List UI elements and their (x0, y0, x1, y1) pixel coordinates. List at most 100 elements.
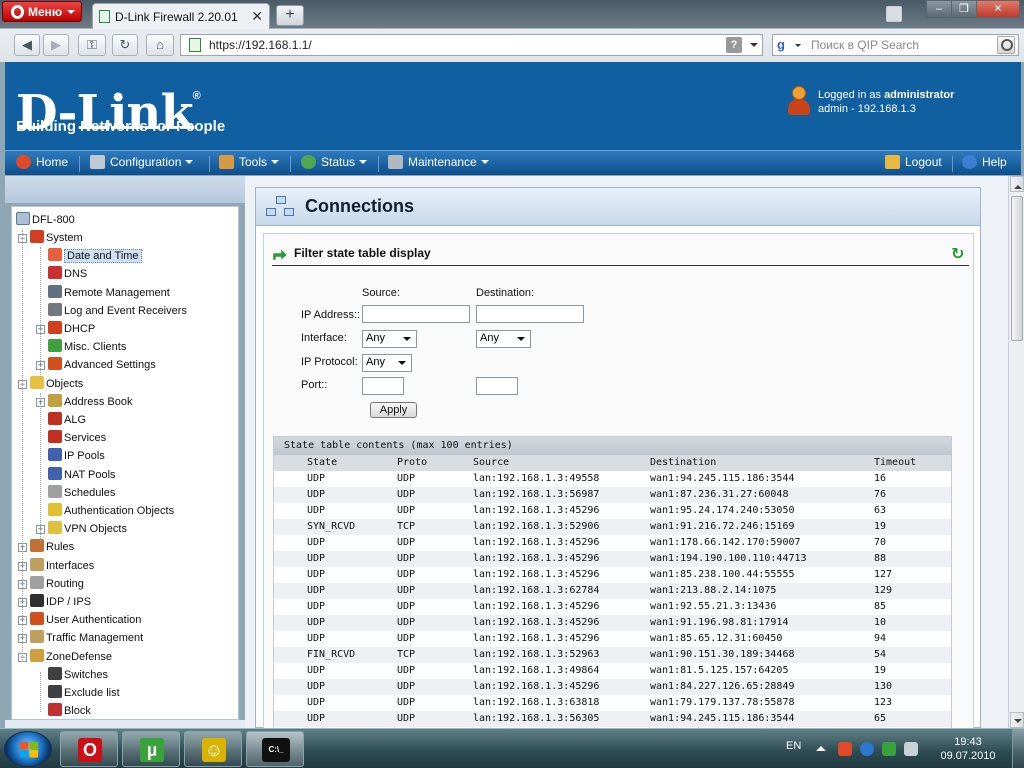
menu-separator (952, 156, 953, 172)
destination-interface-select[interactable]: Any (476, 330, 531, 348)
sidebar-item-alg[interactable]: ALG (36, 412, 86, 430)
taskbar-app-utorrent[interactable]: µ (122, 731, 180, 767)
search-engine-dropdown-icon[interactable] (795, 44, 801, 50)
taskbar-app-opera[interactable]: O (60, 731, 118, 767)
destination-ip-input[interactable] (476, 305, 584, 323)
cell-source: lan:192.168.1.3:49864 (473, 665, 600, 676)
sidebar-item-date-and-time[interactable]: Date and Time (36, 248, 142, 266)
dlink-tagline: Building Networks for People (16, 118, 226, 135)
menu-status[interactable]: Status (301, 155, 368, 169)
sidebar-item-interfaces[interactable]: + Interfaces (18, 557, 94, 576)
cell-destination: wan1:79.179.137.78:55878 (650, 697, 795, 708)
opera-menu-button[interactable]: Меню (2, 1, 82, 22)
tree-guide-line (40, 672, 41, 712)
sidebar-item-system[interactable]: − System (18, 230, 83, 248)
taskbar-app-qip[interactable]: ☺ (184, 731, 242, 767)
source-port-input[interactable] (362, 377, 404, 395)
menu-help[interactable]: Help (962, 155, 1007, 169)
tree-root[interactable]: DFL-800 (16, 212, 75, 230)
volume-icon[interactable] (904, 742, 918, 756)
column-header-proto: Proto (397, 457, 428, 468)
sidebar-item-misc-clients[interactable]: Misc. Clients (36, 339, 126, 357)
refresh-icon[interactable]: ↻ (951, 244, 965, 263)
apply-button[interactable]: Apply (370, 402, 417, 418)
sidebar-item-ip-pools[interactable]: IP Pools (36, 448, 105, 466)
sidebar-item-label: Services (64, 432, 107, 445)
menu-configuration[interactable]: Configuration (90, 155, 194, 169)
cell-source: lan:192.168.1.3:45296 (473, 505, 600, 516)
sidebar-item-routing[interactable]: + Routing (18, 575, 84, 594)
sidebar-item-idp-ips[interactable]: + IDP / IPS (18, 594, 91, 612)
language-indicator[interactable]: EN (786, 740, 801, 752)
sidebar-item-advanced-settings[interactable]: + Advanced Settings (36, 357, 156, 375)
forward-button[interactable]: ▶ (43, 34, 69, 56)
source-interface-select[interactable]: Any (362, 330, 417, 348)
start-button[interactable] (4, 731, 52, 767)
sidebar-item-dhcp[interactable]: + DHCP (36, 321, 95, 339)
sidebar-item-block[interactable]: Block (36, 703, 91, 719)
sidebar-item-vpn-objects[interactable]: + VPN Objects (36, 521, 127, 539)
close-tab-icon[interactable]: ✕ (251, 8, 263, 25)
menu-maintenance[interactable]: Maintenance (388, 155, 489, 169)
back-button[interactable]: ◀ (14, 34, 40, 56)
chevron-down-icon (67, 10, 75, 18)
cell-proto: UDP (397, 601, 416, 612)
menu-home[interactable]: Home (16, 155, 68, 169)
menu-logout[interactable]: Logout (885, 155, 942, 169)
sidebar-item-user-authentication[interactable]: + User Authentication (18, 612, 141, 630)
show-desktop-button[interactable] (1012, 729, 1024, 768)
sidebar-item-rules[interactable]: + Rules (18, 539, 74, 557)
sidebar-item-authentication-objects[interactable]: Authentication Objects (36, 503, 174, 521)
trash-icon[interactable] (886, 6, 902, 22)
sidebar-item-dns[interactable]: DNS (36, 266, 87, 284)
sidebar-item-switches[interactable]: Switches (36, 666, 108, 685)
sidebar-item-services[interactable]: Services (36, 430, 106, 448)
home-button[interactable]: ⌂ (146, 34, 174, 56)
scroll-down-button[interactable] (1010, 712, 1024, 728)
google-icon[interactable]: g (777, 37, 785, 52)
scroll-up-button[interactable] (1010, 176, 1024, 192)
site-info-icon[interactable]: ? (726, 37, 742, 53)
search-icon[interactable] (997, 36, 1015, 54)
address-dropdown-icon[interactable] (750, 43, 758, 51)
chevron-down-icon (517, 337, 525, 345)
scroll-thumb[interactable] (1011, 196, 1023, 341)
close-window-button[interactable]: ✕ (976, 0, 1020, 18)
cell-destination: wan1:81.5.125.157:64205 (650, 665, 789, 676)
sidebar-item-zonedefense[interactable]: − ZoneDefense (18, 648, 112, 667)
sidebar-item-label: Misc. Clients (64, 341, 127, 354)
key-icon[interactable]: ⚿ (78, 34, 106, 56)
sidebar-item-schedules[interactable]: Schedules (36, 484, 115, 503)
search-input[interactable]: g Поиск в QIP Search (772, 34, 1019, 56)
logged-in-user: administrator (884, 89, 955, 101)
utorrent-tray-icon[interactable] (882, 742, 896, 756)
sidebar-item-label: VPN Objects (64, 523, 127, 536)
sidebar-item-traffic-management[interactable]: + Traffic Management (18, 630, 143, 648)
maximize-button[interactable]: ❐ (951, 0, 977, 18)
show-hidden-icons-icon[interactable] (816, 741, 826, 751)
menu-tools[interactable]: Tools (219, 155, 280, 169)
chevron-down-icon (359, 160, 368, 168)
sidebar-item-exclude-list[interactable]: Exclude list (36, 685, 120, 703)
sidebar-item-objects[interactable]: − Objects (18, 375, 83, 394)
new-tab-button[interactable]: + (276, 5, 304, 26)
destination-port-input[interactable] (476, 377, 518, 395)
source-ip-input[interactable] (362, 305, 470, 323)
vertical-scrollbar[interactable] (1008, 176, 1024, 728)
minimize-button[interactable]: – (926, 0, 952, 18)
reload-button[interactable]: ↻ (112, 34, 138, 56)
network-monitor-icon[interactable] (838, 742, 852, 756)
ip-protocol-select[interactable]: Any (362, 354, 412, 372)
tree-node-icon (48, 466, 62, 480)
tab-dlink-firewall[interactable]: D-Link Firewall 2.20.01 ✕ (92, 3, 270, 29)
cell-proto: TCP (397, 521, 416, 532)
address-bar[interactable]: https://192.168.1.1/ ? (180, 34, 763, 56)
sidebar-item-nat-pools[interactable]: NAT Pools (36, 466, 116, 485)
sidebar-item-log-and-event-receivers[interactable]: Log and Event Receivers (36, 302, 187, 321)
sidebar-item-remote-management[interactable]: Remote Management (36, 284, 170, 303)
cell-timeout: 129 (874, 585, 893, 596)
taskbar-app-cmd[interactable]: C:\_ (246, 731, 304, 767)
qip-tray-icon[interactable] (860, 742, 874, 756)
sidebar-item-address-book[interactable]: + Address Book (36, 393, 132, 412)
clock[interactable]: 19:43 09.07.2010 (928, 735, 1008, 763)
